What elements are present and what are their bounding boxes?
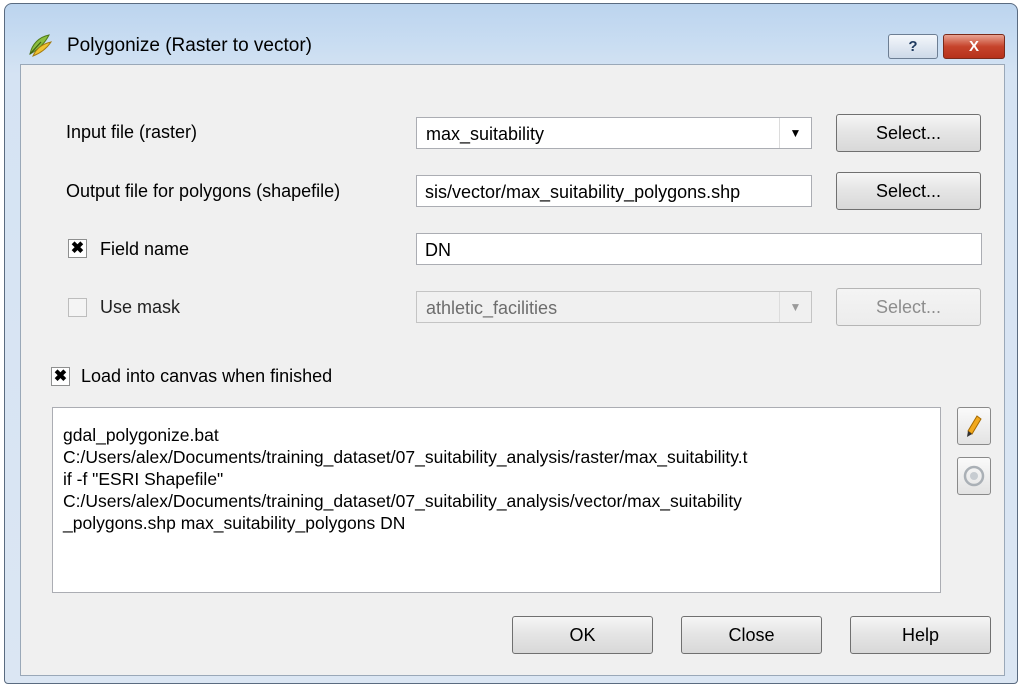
mask-select-button[interactable]: Select... (836, 288, 981, 326)
chevron-down-icon[interactable]: ▼ (779, 118, 811, 148)
dialog-body: Input file (raster) max_suitability ▼ Se… (20, 64, 1005, 676)
load-canvas-checkbox[interactable]: ✖ (51, 367, 70, 386)
mask-layer-combo[interactable]: athletic_facilities ▼ (416, 291, 812, 323)
output-select-button[interactable]: Select... (836, 172, 981, 210)
output-file-input[interactable]: sis/vector/max_suitability_polygons.shp (416, 175, 812, 207)
title-help-button[interactable]: ? (888, 34, 938, 59)
command-line: gdal_polygonize.bat (63, 425, 219, 445)
title-close-button[interactable]: X (943, 34, 1005, 59)
command-textbox[interactable]: gdal_polygonize.bat C:/Users/alex/Docume… (52, 407, 941, 593)
command-line: _polygons.shp max_suitability_polygons D… (63, 513, 406, 533)
input-file-value: max_suitability (426, 124, 545, 144)
window-title: Polygonize (Raster to vector) (67, 35, 312, 56)
close-button[interactable]: Close (681, 616, 822, 654)
load-canvas-label: Load into canvas when finished (81, 366, 333, 386)
command-line: C:/Users/alex/Documents/training_dataset… (63, 491, 742, 511)
qgis-leaf-icon (29, 34, 53, 57)
reset-command-button[interactable] (957, 457, 991, 495)
output-file-label: Output file for polygons (shapefile) (66, 181, 341, 201)
help-button[interactable]: Help (850, 616, 991, 654)
input-file-label: Input file (raster) (66, 122, 198, 142)
input-file-combo[interactable]: max_suitability ▼ (416, 117, 812, 149)
use-mask-label: Use mask (100, 297, 181, 317)
command-line: C:/Users/alex/Documents/training_dataset… (63, 447, 748, 467)
pencil-icon (967, 415, 982, 437)
input-select-button[interactable]: Select... (836, 114, 981, 152)
title-bar: Polygonize (Raster to vector) ? X (5, 4, 1017, 64)
dialog-window: Polygonize (Raster to vector) ? X Input … (4, 3, 1018, 684)
ok-button[interactable]: OK (512, 616, 653, 654)
command-line: if -f "ESRI Shapefile" (63, 469, 224, 489)
reset-icon (963, 465, 985, 487)
field-name-label: Field name (100, 239, 190, 259)
chevron-down-icon[interactable]: ▼ (779, 292, 811, 322)
mask-layer-value: athletic_facilities (426, 298, 558, 318)
field-name-checkbox[interactable]: ✖ (68, 239, 87, 258)
field-name-input[interactable]: DN (416, 233, 982, 265)
edit-command-button[interactable] (957, 407, 991, 445)
use-mask-checkbox[interactable] (68, 298, 87, 317)
